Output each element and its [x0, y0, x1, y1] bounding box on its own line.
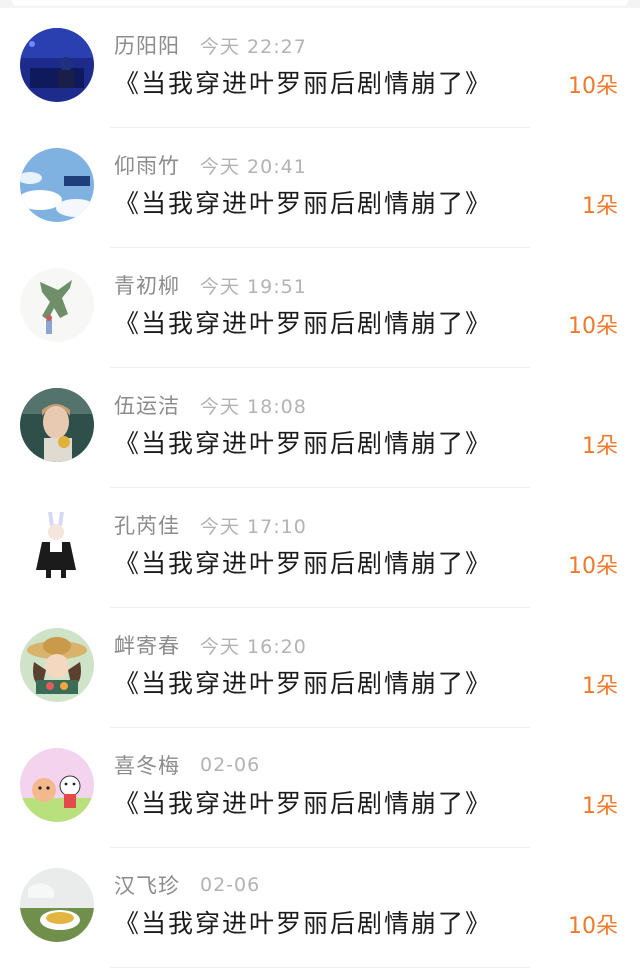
timestamp: 今天 18:08	[200, 395, 307, 418]
avatar[interactable]	[20, 868, 94, 942]
user-name[interactable]: 衅寄春	[114, 630, 180, 660]
flower-count: 1朵	[582, 674, 618, 699]
avatar[interactable]	[20, 148, 94, 222]
user-name[interactable]: 喜冬梅	[114, 750, 180, 780]
comment-list: 历阳阳 今天 22:27 《当我穿进叶罗丽后剧情崩了》 10朵 仰雨竹 今天 2…	[0, 8, 640, 968]
dancer-figure-drawing	[20, 268, 94, 342]
flower-count: 1朵	[582, 194, 618, 219]
user-name[interactable]: 汉飞珍	[114, 870, 180, 900]
tea-cup-photo	[20, 868, 94, 942]
flower-count: 10朵	[568, 554, 618, 579]
book-title[interactable]: 《当我穿进叶罗丽后剧情崩了》	[114, 904, 492, 940]
book-title[interactable]: 《当我穿进叶罗丽后剧情崩了》	[114, 664, 492, 700]
list-item[interactable]: 喜冬梅 02-06 《当我穿进叶罗丽后剧情崩了》 1朵	[0, 728, 640, 848]
list-item[interactable]: 仰雨竹 今天 20:41 《当我穿进叶罗丽后剧情崩了》 1朵	[0, 128, 640, 248]
list-item[interactable]: 孔芮佳 今天 17:10 《当我穿进叶罗丽后剧情崩了》 10朵	[0, 488, 640, 608]
item-meta: 衅寄春 今天 16:20	[114, 628, 307, 662]
user-name[interactable]: 伍运洁	[114, 390, 180, 420]
item-meta: 伍运洁 今天 18:08	[114, 388, 307, 422]
timestamp: 今天 16:20	[200, 635, 307, 658]
book-title[interactable]: 《当我穿进叶罗丽后剧情崩了》	[114, 64, 492, 100]
list-item[interactable]: 青初柳 今天 19:51 《当我穿进叶罗丽后剧情崩了》 10朵	[0, 248, 640, 368]
flower-count: 1朵	[582, 434, 618, 459]
book-title[interactable]: 《当我穿进叶罗丽后剧情崩了》	[114, 304, 492, 340]
flower-count: 10朵	[568, 74, 618, 99]
timestamp: 今天 17:10	[200, 515, 307, 538]
avatar[interactable]	[20, 748, 94, 822]
item-meta: 喜冬梅 02-06	[114, 748, 260, 782]
avatar[interactable]	[20, 28, 94, 102]
book-title[interactable]: 《当我穿进叶罗丽后剧情崩了》	[114, 544, 492, 580]
avatar[interactable]	[20, 508, 94, 582]
item-meta: 孔芮佳 今天 17:10	[114, 508, 307, 542]
night-room-photo	[20, 28, 94, 102]
user-name[interactable]: 历阳阳	[114, 30, 180, 60]
timestamp: 今天 20:41	[200, 155, 307, 178]
item-meta: 仰雨竹 今天 20:41	[114, 148, 307, 182]
avatar[interactable]	[20, 628, 94, 702]
book-title[interactable]: 《当我穿进叶罗丽后剧情崩了》	[114, 784, 492, 820]
list-item[interactable]: 历阳阳 今天 22:27 《当我穿进叶罗丽后剧情崩了》 10朵	[0, 8, 640, 128]
list-item[interactable]: 衅寄春 今天 16:20 《当我穿进叶罗丽后剧情崩了》 1朵	[0, 608, 640, 728]
user-name[interactable]: 青初柳	[114, 270, 180, 300]
user-name[interactable]: 仰雨竹	[114, 150, 180, 180]
list-item[interactable]: 伍运洁 今天 18:08 《当我穿进叶罗丽后剧情崩了》 1朵	[0, 368, 640, 488]
flower-count: 10朵	[568, 914, 618, 939]
timestamp: 02-06	[200, 874, 261, 896]
timestamp: 今天 19:51	[200, 275, 307, 298]
item-meta: 青初柳 今天 19:51	[114, 268, 307, 302]
woman-portrait-photo	[20, 388, 94, 462]
sky-clouds-photo	[20, 148, 94, 222]
cartoon-kids-illustration	[20, 748, 94, 822]
bunny-girl-illustration	[20, 508, 94, 582]
avatar[interactable]	[20, 268, 94, 342]
user-name[interactable]: 孔芮佳	[114, 510, 180, 540]
list-item[interactable]: 汉飞珍 02-06 《当我穿进叶罗丽后剧情崩了》 10朵	[0, 848, 640, 968]
flower-count: 10朵	[568, 314, 618, 339]
straw-hat-girl-illustration	[20, 628, 94, 702]
timestamp: 今天 22:27	[200, 35, 307, 58]
book-title[interactable]: 《当我穿进叶罗丽后剧情崩了》	[114, 424, 492, 460]
book-title[interactable]: 《当我穿进叶罗丽后剧情崩了》	[114, 184, 492, 220]
avatar[interactable]	[20, 388, 94, 462]
flower-count: 1朵	[582, 794, 618, 819]
timestamp: 02-06	[200, 754, 261, 776]
item-meta: 汉飞珍 02-06	[114, 868, 260, 902]
previous-card-edge	[12, 0, 628, 6]
item-meta: 历阳阳 今天 22:27	[114, 28, 307, 62]
